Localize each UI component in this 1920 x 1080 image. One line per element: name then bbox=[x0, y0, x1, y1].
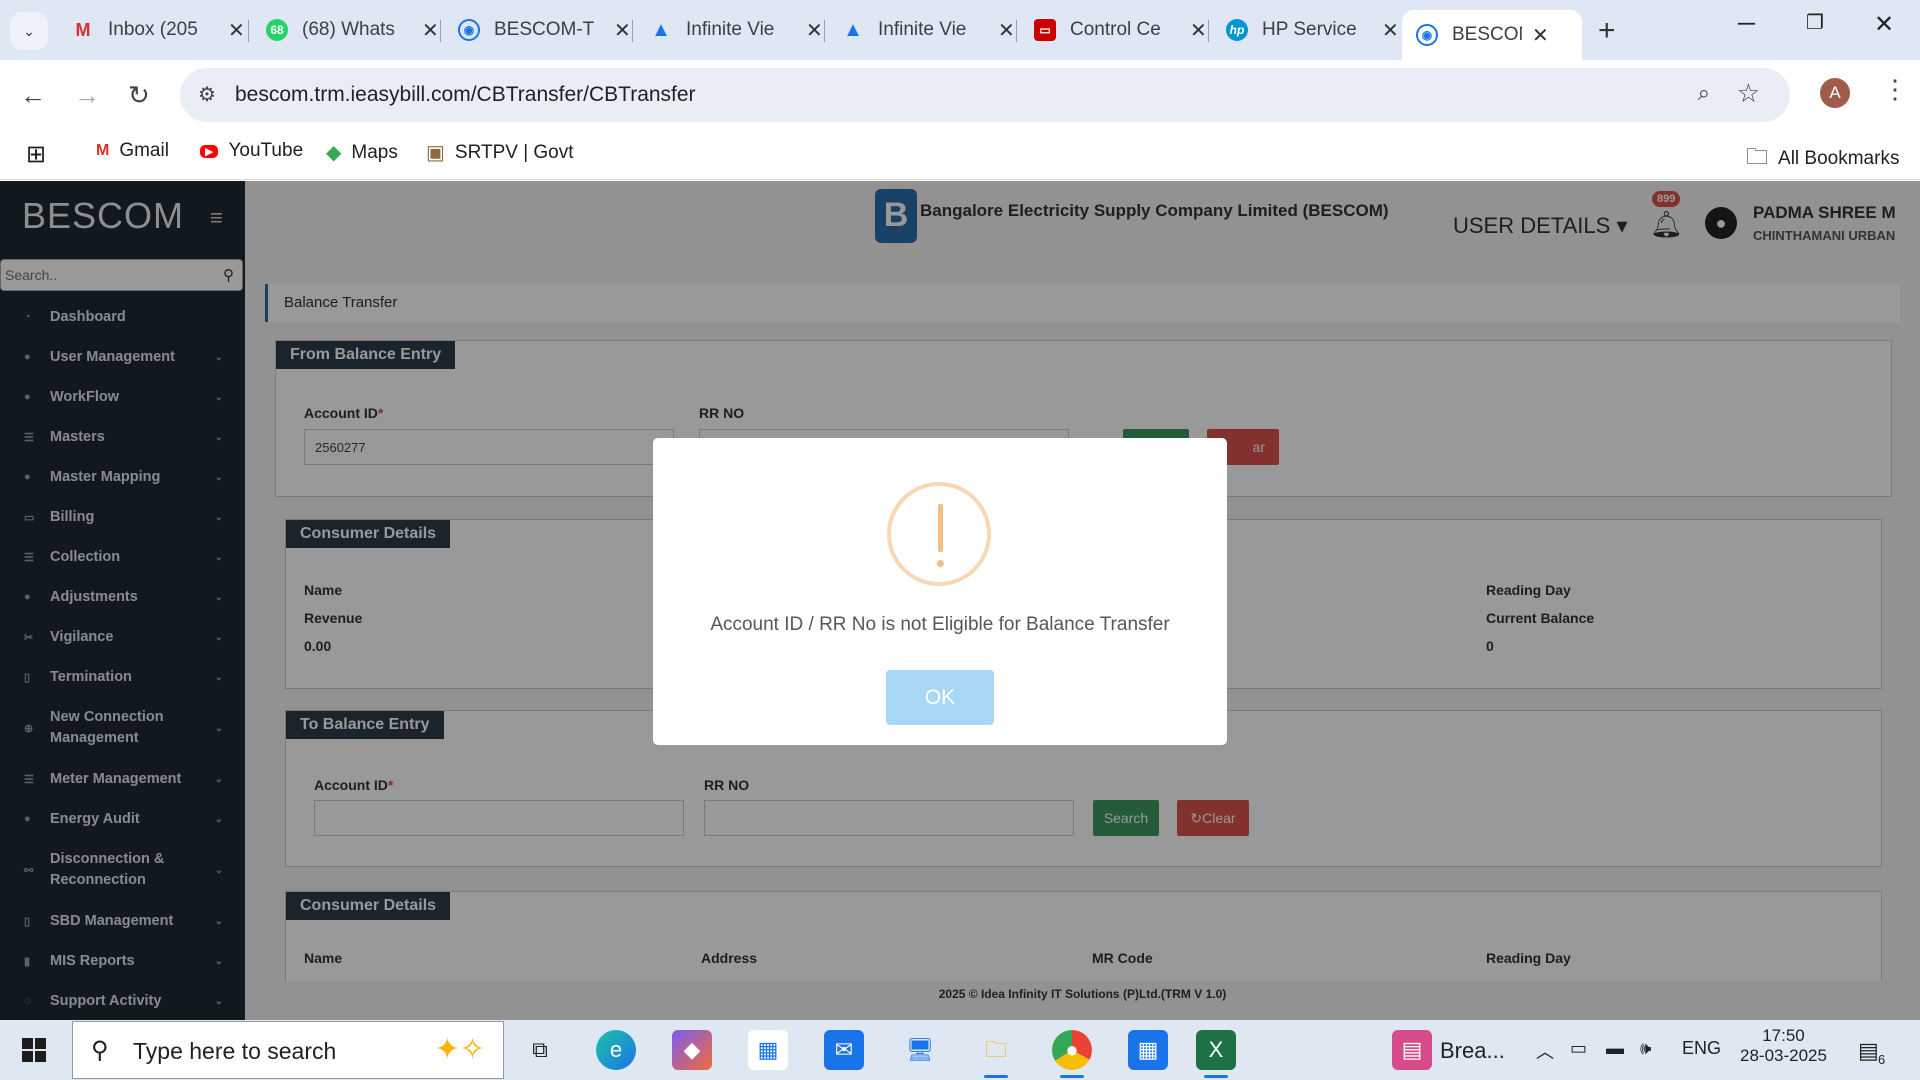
window-close-icon[interactable]: ✕ bbox=[1874, 10, 1894, 39]
tab-hp-service[interactable]: hp HP Service ✕ bbox=[1212, 10, 1413, 50]
apps-grid-icon[interactable]: ⊞ bbox=[26, 140, 46, 169]
site-info-icon[interactable]: ⚙ bbox=[198, 82, 216, 107]
bescom-icon: ◉ bbox=[458, 19, 480, 41]
zoom-icon[interactable]: ⌕ bbox=[1698, 80, 1710, 106]
chevron-up-icon[interactable]: ︿ bbox=[1536, 1038, 1554, 1064]
close-icon[interactable]: ✕ bbox=[1532, 23, 1549, 48]
omnibox[interactable]: ⚙ bescom.trm.ieasybill.com/CBTransfer/CB… bbox=[180, 68, 1790, 122]
bookmark-youtube[interactable]: ▶ YouTube bbox=[200, 140, 303, 162]
mail-icon[interactable]: ✉ bbox=[824, 1030, 864, 1070]
whatsapp-icon: 68 bbox=[266, 19, 288, 41]
news-label[interactable]: Brea... bbox=[1440, 1038, 1505, 1064]
close-icon[interactable]: ✕ bbox=[1190, 18, 1207, 43]
reload-icon[interactable]: ↻ bbox=[128, 80, 150, 111]
browser-menu-icon[interactable]: ⋮ bbox=[1882, 74, 1908, 105]
tab-search-button[interactable]: ⌄ bbox=[10, 12, 48, 50]
gmail-icon: M bbox=[96, 142, 110, 159]
computer-icon[interactable]: 🖥︎ bbox=[900, 1030, 940, 1070]
bookmark-gmail[interactable]: M Gmail bbox=[96, 140, 169, 162]
gmail-icon: M bbox=[75, 19, 91, 40]
close-icon[interactable]: ✕ bbox=[228, 18, 245, 43]
tab-infinite-1[interactable]: ▲ Infinite Vie ✕ bbox=[636, 10, 837, 50]
news-icon[interactable]: ▤ bbox=[1392, 1030, 1432, 1070]
calculator-icon[interactable]: ▦ bbox=[1128, 1030, 1168, 1070]
edge-icon[interactable]: e bbox=[596, 1030, 636, 1070]
ok-button[interactable]: OK bbox=[886, 670, 994, 725]
tab-bescom-1[interactable]: ◉ BESCOM-T ✕ bbox=[444, 10, 645, 50]
restore-icon[interactable]: ❐ bbox=[1806, 10, 1824, 35]
close-icon[interactable]: ✕ bbox=[1382, 18, 1399, 43]
youtube-icon: ▶ bbox=[200, 144, 219, 158]
forward-icon[interactable]: → bbox=[74, 80, 100, 111]
maps-icon: ◆ bbox=[326, 142, 342, 164]
back-icon[interactable]: ← bbox=[20, 80, 46, 111]
tab-infinite-2[interactable]: ▲ Infinite Vie ✕ bbox=[828, 10, 1029, 50]
infinite-icon: ▲ bbox=[651, 18, 671, 41]
bescom-icon: ◉ bbox=[1416, 24, 1438, 46]
tab-gmail[interactable]: M Inbox (205 ✕ bbox=[58, 10, 259, 50]
tab-control-center[interactable]: ▭ Control Ce ✕ bbox=[1020, 10, 1221, 50]
volume-icon[interactable]: 🕪︎ bbox=[1640, 1038, 1651, 1059]
tab-strip: ⌄ M Inbox (205 ✕ 68 (68) Whats ✕ ◉ BESCO… bbox=[0, 0, 1920, 60]
address-bar: ← → ↻ ⚙ bescom.trm.ieasybill.com/CBTrans… bbox=[0, 60, 1920, 130]
tab-bescom-active[interactable]: ◉ BESCOM-T ✕ bbox=[1402, 10, 1582, 60]
battery-icon[interactable]: ▬ bbox=[1606, 1038, 1624, 1059]
bookmark-maps[interactable]: ◆ Maps bbox=[326, 140, 398, 165]
copilot-icon[interactable]: ◆ bbox=[672, 1030, 712, 1070]
file-explorer-icon[interactable]: 🗀 bbox=[976, 1030, 1016, 1070]
search-icon: ⚲ bbox=[91, 1037, 109, 1064]
tab-whatsapp[interactable]: 68 (68) Whats ✕ bbox=[252, 10, 453, 50]
srtpv-icon: ▣ bbox=[426, 142, 445, 164]
display-icon[interactable]: ▭ bbox=[1570, 1038, 1587, 1059]
notification-count: 6 bbox=[1878, 1052, 1886, 1067]
warning-icon bbox=[887, 482, 991, 586]
url-text[interactable]: bescom.trm.ieasybill.com/CBTransfer/CBTr… bbox=[235, 83, 696, 107]
close-icon[interactable]: ✕ bbox=[422, 18, 439, 43]
close-icon[interactable]: ✕ bbox=[614, 18, 631, 43]
chrome-icon[interactable]: ● bbox=[1052, 1030, 1092, 1070]
language-indicator[interactable]: ENG bbox=[1682, 1038, 1721, 1059]
close-icon[interactable]: ✕ bbox=[806, 18, 823, 43]
notifications-icon[interactable]: ▤ bbox=[1858, 1038, 1879, 1064]
store-icon[interactable]: ▦ bbox=[748, 1030, 788, 1070]
windows-start-icon[interactable] bbox=[22, 1038, 46, 1062]
infinite-icon: ▲ bbox=[843, 18, 863, 41]
folder-icon: 🗀 bbox=[1746, 144, 1769, 169]
clock[interactable]: 17:50 28-03-2025 bbox=[1740, 1026, 1827, 1066]
hp-icon: hp bbox=[1226, 19, 1248, 41]
new-tab-button[interactable]: + bbox=[1598, 14, 1616, 48]
bookmark-srtpv[interactable]: ▣ SRTPV | Govt bbox=[426, 140, 574, 165]
all-bookmarks[interactable]: 🗀 All Bookmarks bbox=[1746, 140, 1899, 178]
alert-dialog: Account ID / RR No is not Eligible for B… bbox=[653, 438, 1227, 745]
taskbar-search[interactable]: ⚲ Type here to search ✦✧ bbox=[72, 1021, 504, 1079]
copilot-sparkle-icon: ✦✧ bbox=[434, 1033, 485, 1066]
task-view-icon[interactable]: ⧉ bbox=[520, 1030, 560, 1070]
close-icon[interactable]: ✕ bbox=[998, 18, 1015, 43]
taskbar: ⚲ Type here to search ✦✧ ⧉ e ◆ ▦ ✉ 🖥︎ 🗀 … bbox=[0, 1020, 1920, 1080]
excel-icon[interactable]: X bbox=[1196, 1030, 1236, 1070]
minimize-icon[interactable]: ─ bbox=[1738, 10, 1755, 38]
control-center-icon: ▭ bbox=[1034, 19, 1056, 41]
bookmark-star-icon[interactable]: ☆ bbox=[1737, 78, 1760, 109]
profile-avatar[interactable]: A bbox=[1820, 78, 1850, 108]
alert-message: Account ID / RR No is not Eligible for B… bbox=[710, 614, 1170, 635]
bookmarks-bar: ⊞ M Gmail ▶ YouTube ◆ Maps ▣ SRTPV | Govt 🗀 A… bbox=[0, 130, 1920, 180]
